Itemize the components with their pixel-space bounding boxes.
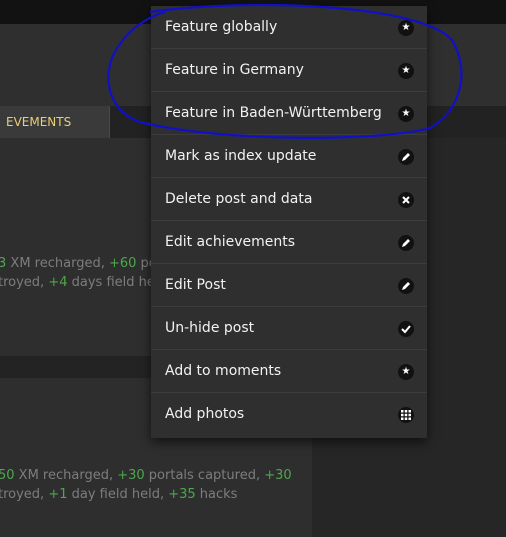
post-actions-menu: Feature globally ★ Feature in Germany ★ …	[151, 6, 427, 438]
menu-item-add-moments[interactable]: Add to moments ★	[151, 350, 427, 393]
menu-item-delete-post[interactable]: Delete post and data	[151, 178, 427, 221]
star-icon: ★	[398, 63, 414, 79]
menu-item-label: Add to moments	[165, 363, 282, 379]
star-icon: ★	[398, 364, 414, 380]
tab-achievements[interactable]: EVEMENTS	[0, 106, 110, 138]
stats-line: 3 XM recharged, +60 po	[0, 256, 157, 271]
menu-item-mark-index-update[interactable]: Mark as index update	[151, 135, 427, 178]
menu-item-feature-bw[interactable]: Feature in Baden-Württemberg ★	[151, 92, 427, 135]
menu-item-label: Feature in Baden-Württemberg	[165, 105, 382, 121]
menu-item-feature-globally[interactable]: Feature globally ★	[151, 6, 427, 49]
close-icon	[398, 192, 414, 208]
pencil-icon	[398, 149, 414, 165]
menu-item-label: Edit Post	[165, 277, 226, 293]
stats-line: troyed, +1 day field held, +35 hacks	[0, 487, 238, 502]
check-icon	[398, 321, 414, 337]
menu-item-unhide-post[interactable]: Un-hide post	[151, 307, 427, 350]
menu-item-feature-germany[interactable]: Feature in Germany ★	[151, 49, 427, 92]
menu-item-label: Un-hide post	[165, 320, 255, 336]
stats-line: troyed, +4 days field held,	[0, 275, 171, 290]
menu-item-label: Add photos	[165, 406, 245, 422]
menu-item-add-photos[interactable]: Add photos	[151, 393, 427, 436]
pencil-icon	[398, 278, 414, 294]
menu-item-edit-achievements[interactable]: Edit achievements	[151, 221, 427, 264]
menu-item-edit-post[interactable]: Edit Post	[151, 264, 427, 307]
pencil-icon	[398, 235, 414, 251]
menu-item-label: Delete post and data	[165, 191, 313, 207]
menu-item-label: Mark as index update	[165, 148, 317, 164]
star-icon: ★	[398, 20, 414, 36]
star-icon: ★	[398, 106, 414, 122]
menu-item-label: Feature in Germany	[165, 62, 304, 78]
stats-line: 50 XM recharged, +30 portals captured, +…	[0, 468, 292, 483]
menu-item-label: Feature globally	[165, 19, 278, 35]
grid-icon	[398, 407, 414, 423]
menu-item-label: Edit achievements	[165, 234, 296, 250]
